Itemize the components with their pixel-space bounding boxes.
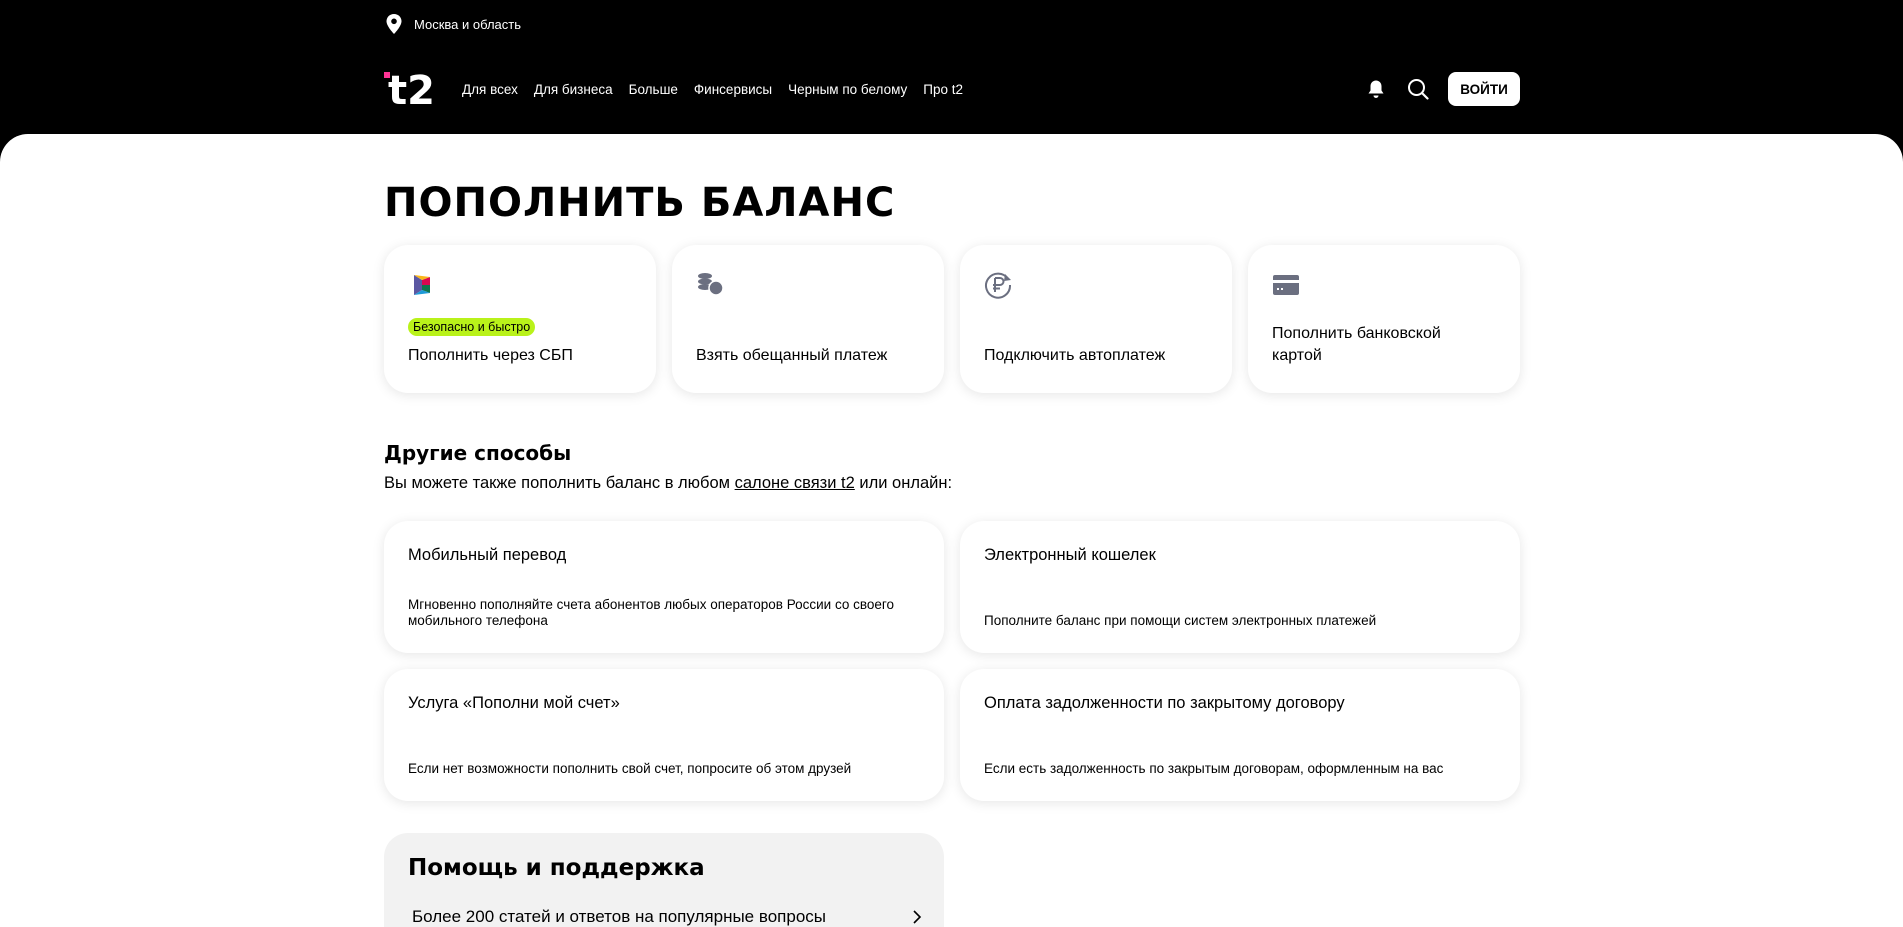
coins-icon xyxy=(698,273,724,296)
location-pin-icon xyxy=(386,14,402,34)
help-title: Помощь и поддержка xyxy=(408,855,705,881)
mobile-transfer-desc: Мгновенно пополняйте счета абонентов люб… xyxy=(408,597,895,628)
top-up-options: Безопасно и быстро Пополнить через СБП В… xyxy=(384,245,1520,393)
top-up-my-account-card[interactable]: Услуга «Пополни мой счет» Если нет возмо… xyxy=(384,669,944,801)
other-text-after: или онлайн: xyxy=(854,474,953,492)
top-up-my-account-title: Услуга «Пополни мой счет» xyxy=(408,694,620,712)
mobile-transfer-card[interactable]: Мобильный перевод Мгновенно пополняйте с… xyxy=(384,521,944,653)
safe-fast-badge: Безопасно и быстро xyxy=(408,318,536,336)
closed-contract-debt-desc: Если есть задолженность по закрытым дого… xyxy=(984,761,1444,776)
help-articles-link[interactable]: Более 200 статей и ответов на популярные… xyxy=(412,907,922,927)
bell-icon[interactable] xyxy=(1364,77,1388,101)
bank-card-icon xyxy=(1273,275,1299,295)
region-selector[interactable]: Москва и область xyxy=(384,12,521,36)
page-title: ПОПОЛНИТЬ БАЛАНС xyxy=(384,180,896,226)
promised-payment-label: Взять обещанный платеж xyxy=(696,347,888,364)
autopay-card[interactable]: Подключить автоплатеж xyxy=(960,245,1232,393)
help-support-card: Помощь и поддержка Более 200 статей и от… xyxy=(384,833,944,927)
main-nav: t2 Для всех Для бизнеса Больше Финсервис… xyxy=(384,64,1520,114)
chevron-right-icon xyxy=(913,910,922,924)
method-cards: Мобильный перевод Мгновенно пополняйте с… xyxy=(384,521,1520,801)
bank-card-label: Пополнить банковской картой xyxy=(1272,325,1441,364)
nav-link-for-all[interactable]: Для всех xyxy=(462,82,518,97)
nav-link-business[interactable]: Для бизнеса xyxy=(534,82,613,97)
t2-logo[interactable]: t2 xyxy=(384,66,442,114)
region-label: Москва и область xyxy=(414,16,522,32)
nav-link-finservices[interactable]: Финсервисы xyxy=(694,82,772,97)
other-methods-text: Вы можете также пополнить баланс в любом… xyxy=(384,474,952,493)
closed-contract-debt-title: Оплата задолженности по закрытому догово… xyxy=(984,694,1345,712)
e-wallet-card[interactable]: Электронный кошелек Пополните баланс при… xyxy=(960,521,1520,653)
nav-links: Для всех Для бизнеса Больше Финсервисы Ч… xyxy=(462,82,963,97)
sbp-card[interactable]: Безопасно и быстро Пополнить через СБП xyxy=(384,245,656,393)
sbp-label: Пополнить через СБП xyxy=(408,347,573,364)
sbp-icon xyxy=(414,275,430,295)
e-wallet-desc: Пополните баланс при помощи систем элект… xyxy=(984,613,1377,628)
nav-actions: ВОЙТИ xyxy=(1364,72,1520,106)
other-methods-title: Другие способы xyxy=(384,441,572,465)
other-text-before: Вы можете также пополнить баланс в любом xyxy=(384,474,735,492)
bank-card-card[interactable]: Пополнить банковской картой xyxy=(1248,245,1520,393)
closed-contract-debt-card[interactable]: Оплата задолженности по закрытому догово… xyxy=(960,669,1520,801)
nav-link-black-on-white[interactable]: Черным по белому xyxy=(788,82,907,97)
e-wallet-title: Электронный кошелек xyxy=(984,546,1156,564)
promised-payment-card[interactable]: Взять обещанный платеж xyxy=(672,245,944,393)
main-panel: ПОПОЛНИТЬ БАЛАНС Безопасно и быстро Попо… xyxy=(0,134,1903,927)
svg-text:t2: t2 xyxy=(388,68,435,112)
stores-link[interactable]: салоне связи t2 xyxy=(735,474,855,492)
nav-link-more[interactable]: Больше xyxy=(629,82,678,97)
help-articles-label: Более 200 статей и ответов на популярные… xyxy=(412,907,826,926)
autopay-label: Подключить автоплатеж xyxy=(984,347,1166,364)
search-icon[interactable] xyxy=(1406,77,1430,101)
login-button[interactable]: ВОЙТИ xyxy=(1448,72,1520,106)
top-up-my-account-desc: Если нет возможности пополнить свой счет… xyxy=(408,761,852,776)
nav-link-about[interactable]: Про t2 xyxy=(923,82,963,97)
ruble-autopay-icon xyxy=(985,272,1012,299)
mobile-transfer-title: Мобильный перевод xyxy=(408,546,567,564)
